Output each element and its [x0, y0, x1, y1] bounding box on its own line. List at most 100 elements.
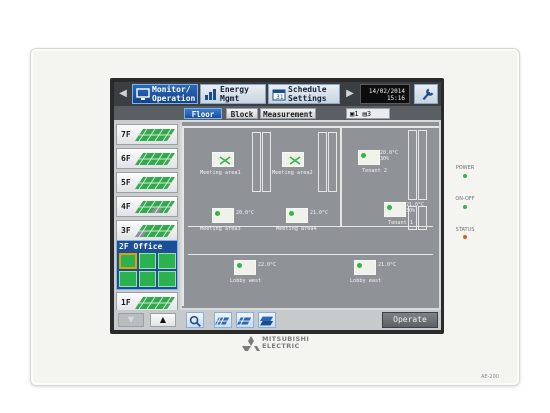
- structural-column: [328, 132, 337, 192]
- ac-unit-meeting-area4[interactable]: [286, 208, 308, 223]
- layout-view-button-1[interactable]: [214, 312, 232, 328]
- floor-list: 7F 6F 5F 4F 3F 2F Office 1F: [114, 120, 180, 313]
- ac-unit-lobby-west[interactable]: [234, 260, 256, 275]
- floor-label: 7F: [121, 130, 131, 139]
- floor-thumbnail-icon: [135, 296, 175, 310]
- tab-schedule-settings-label: Schedule Settings: [288, 85, 327, 103]
- floor-block-grid: [119, 253, 176, 287]
- floor-thumbnail-icon: [135, 200, 175, 214]
- touch-screen: ◀ Monitor/ Operation Energy Mgmt 31 Sche…: [114, 82, 441, 330]
- structural-column: [262, 132, 271, 192]
- floor-label: 2F Office: [119, 242, 163, 251]
- ac-unit-meeting-area1[interactable]: [212, 152, 234, 167]
- room-label: Meeting area4: [276, 226, 317, 232]
- structural-column: [252, 132, 261, 192]
- status-led-icon: [357, 263, 362, 268]
- wall: [182, 126, 439, 128]
- wall: [182, 126, 184, 306]
- floor-thumbnail-icon: [135, 224, 175, 238]
- ac-unit-meeting-area3[interactable]: [212, 208, 234, 223]
- ac-unit-tenant-2[interactable]: [358, 150, 380, 165]
- brand-name: MITSUBISHI ELECTRIC: [262, 336, 309, 350]
- room-label: Lobby east: [350, 278, 382, 284]
- structural-column: [318, 132, 327, 192]
- floor-thumbnail-icon: [135, 152, 175, 166]
- bottom-toolbar: ▼ ▲ Operate: [114, 310, 441, 330]
- floor-label: 1F: [121, 298, 131, 307]
- block-cell[interactable]: [119, 271, 137, 287]
- floor-item-4f[interactable]: 4F: [116, 196, 178, 217]
- floor-item-7f[interactable]: 7F: [116, 124, 178, 145]
- floor-thumbnail-icon: [135, 128, 175, 142]
- status-led-icon: [289, 211, 294, 216]
- room-label: Tenant 1: [388, 220, 413, 226]
- wall: [340, 126, 342, 226]
- room-temperature: 22.0°C: [258, 262, 277, 268]
- tab-floor[interactable]: Floor: [184, 108, 222, 119]
- tab-block[interactable]: Block: [226, 108, 258, 119]
- status-label: STATUS: [455, 227, 475, 233]
- ac-unit-tenant-1[interactable]: [384, 202, 406, 217]
- floor-item-6f[interactable]: 6F: [116, 148, 178, 169]
- room-temperature: 20.0°C: [236, 210, 255, 216]
- floor-label: 5F: [121, 178, 131, 187]
- block-cell[interactable]: [158, 271, 176, 287]
- fan-icon: [219, 156, 231, 165]
- wall: [188, 254, 433, 255]
- floor-item-5f[interactable]: 5F: [116, 172, 178, 193]
- tab-energy-mgmt-label: Energy Mgmt: [220, 85, 249, 103]
- top-navigation: ◀ Monitor/ Operation Energy Mgmt 31 Sche…: [114, 82, 441, 106]
- tab-energy-mgmt[interactable]: Energy Mgmt: [200, 84, 266, 104]
- room-temperature: 21.0°C: [310, 210, 329, 216]
- calendar-icon: 31: [272, 89, 286, 101]
- room-temperature: 21.0°C 30%: [406, 202, 425, 214]
- block-cell[interactable]: [138, 271, 157, 287]
- tab-monitor-operation[interactable]: Monitor/ Operation: [132, 84, 198, 104]
- room-label: Meeting area1: [200, 170, 241, 176]
- count-b: 3: [366, 110, 372, 118]
- model-number: AE-200: [481, 374, 499, 380]
- power-label: POWER: [455, 165, 475, 171]
- floor-item-3f[interactable]: 3F: [116, 220, 178, 241]
- on-off-led-icon: [463, 205, 467, 209]
- layout-view-button-2[interactable]: [236, 312, 254, 328]
- status-led-icon: [387, 205, 392, 210]
- status-led-icon: [463, 235, 467, 239]
- maintenance-button[interactable]: [414, 84, 438, 104]
- floor-item-2f-selected[interactable]: 2F Office: [116, 240, 178, 290]
- floor-thumbnail-icon: [135, 176, 175, 190]
- brand-line-2: ELECTRIC: [262, 342, 300, 350]
- fan-icon: [289, 156, 301, 165]
- floor-label: 3F: [121, 226, 131, 235]
- scroll-up-button[interactable]: ▲: [150, 313, 176, 327]
- structural-column: [408, 130, 417, 200]
- nav-right-arrow-icon[interactable]: ▶: [343, 85, 357, 103]
- layers-stack-icon: [260, 316, 274, 326]
- tab-measurement[interactable]: Measurement: [260, 108, 316, 119]
- scroll-down-button[interactable]: ▼: [118, 313, 144, 327]
- operate-button[interactable]: Operate: [382, 312, 438, 328]
- date-time-display: 14/02/2014 15:16: [360, 84, 410, 104]
- nav-left-arrow-icon[interactable]: ◀: [116, 85, 130, 103]
- room-label: Meeting area2: [272, 170, 313, 176]
- energy-bars-icon: [205, 89, 216, 100]
- status-led-icon: [237, 263, 242, 268]
- tab-monitor-operation-label: Monitor/ Operation: [152, 85, 196, 103]
- floor-map: Meeting area1 Meeting area2 20.0°C 30% T…: [182, 122, 439, 308]
- block-cell[interactable]: [119, 253, 137, 269]
- monitor-icon: [136, 88, 150, 100]
- block-cell[interactable]: [138, 253, 157, 269]
- room-label: Meeting area3: [200, 226, 241, 232]
- power-led-icon: [463, 174, 467, 178]
- tab-schedule-settings[interactable]: 31 Schedule Settings: [268, 84, 340, 104]
- magnifier-icon: [189, 315, 201, 327]
- floor-label: 6F: [121, 154, 131, 163]
- block-cell[interactable]: [158, 253, 176, 269]
- zoom-button[interactable]: [186, 312, 204, 328]
- layout-view-button-3[interactable]: [258, 312, 276, 328]
- room-temperature: 20.0°C 30%: [380, 150, 399, 162]
- ac-unit-lobby-east[interactable]: [354, 260, 376, 275]
- ac-unit-meeting-area2[interactable]: [282, 152, 304, 167]
- date-time-text: 14/02/2014 15:16: [368, 88, 405, 102]
- floor-label: 4F: [121, 202, 131, 211]
